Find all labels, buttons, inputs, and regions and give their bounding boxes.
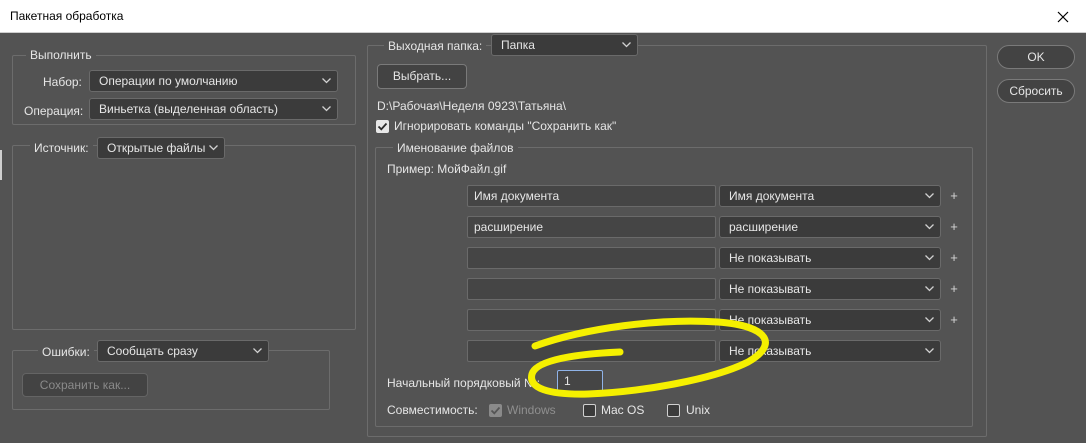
- annotation-scribble: [528, 317, 769, 398]
